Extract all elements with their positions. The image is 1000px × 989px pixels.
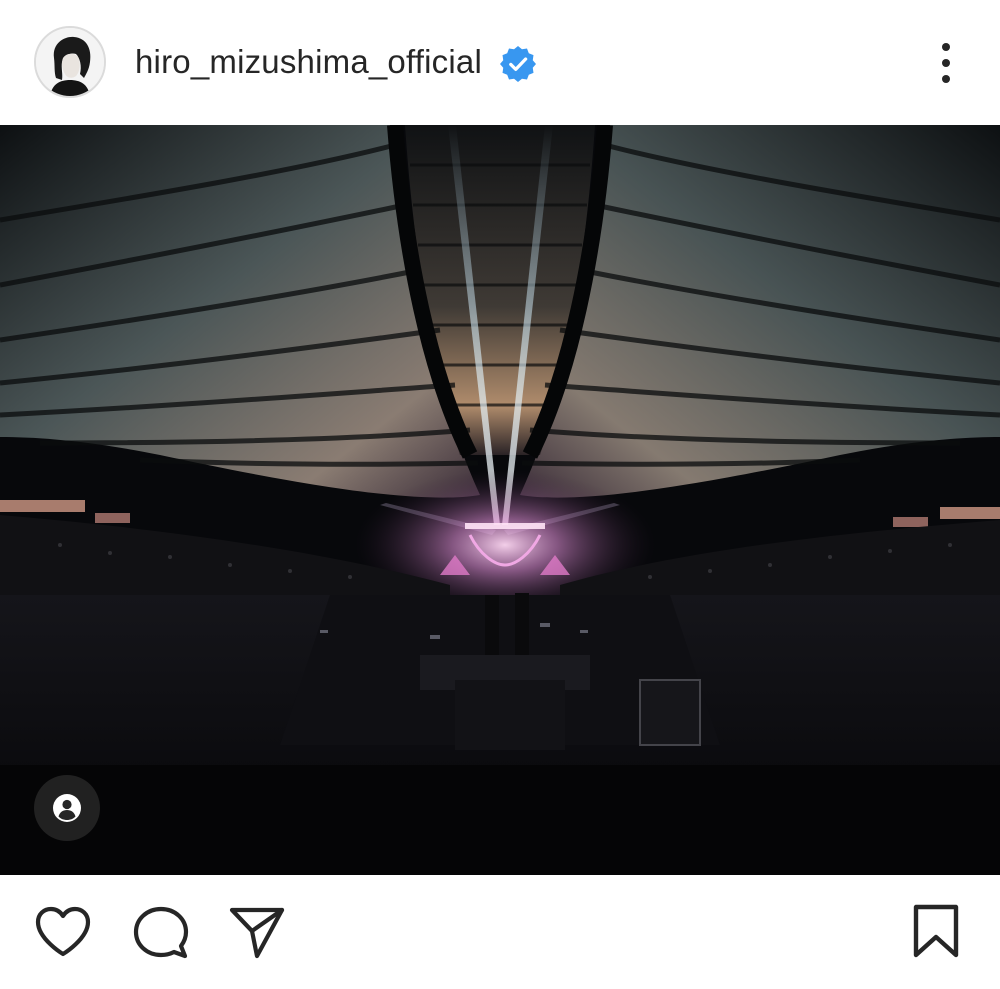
verified-badge-icon bbox=[500, 46, 536, 82]
user-tag-icon bbox=[53, 794, 81, 822]
user-tag-button[interactable] bbox=[34, 775, 100, 841]
more-dot bbox=[942, 43, 950, 51]
more-dot bbox=[942, 75, 950, 83]
heart-icon[interactable] bbox=[34, 905, 92, 959]
more-options-button[interactable] bbox=[926, 40, 966, 86]
comment-icon[interactable] bbox=[132, 905, 190, 961]
avatar[interactable] bbox=[34, 26, 106, 98]
post-action-bar bbox=[0, 875, 1000, 989]
post-photo[interactable] bbox=[0, 125, 1000, 875]
bookmark-icon[interactable] bbox=[910, 903, 962, 959]
post-header: hiro_mizushima_official bbox=[0, 0, 1000, 125]
arena-photo-image bbox=[0, 125, 1000, 875]
more-dot bbox=[942, 59, 950, 67]
send-icon[interactable] bbox=[228, 905, 286, 961]
username[interactable]: hiro_mizushima_official bbox=[135, 40, 482, 84]
